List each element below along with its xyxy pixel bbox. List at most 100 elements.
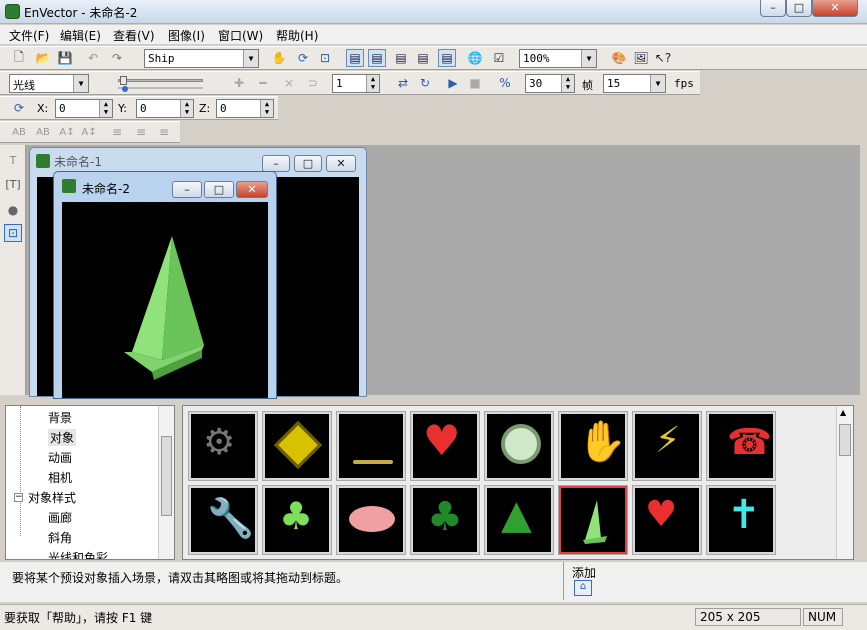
- percent-icon[interactable]: %: [496, 74, 514, 92]
- rotate-tool-icon[interactable]: ⟳: [294, 49, 312, 67]
- thumb-lightning[interactable]: ⚡: [632, 411, 702, 481]
- tree-scrollbar[interactable]: [158, 406, 174, 559]
- text-tool-icon[interactable]: T: [4, 151, 22, 169]
- undo-icon[interactable]: ↶: [84, 49, 102, 67]
- object-select-tool-icon[interactable]: ⊡: [4, 224, 22, 242]
- export-image-icon[interactable]: 🖼: [632, 49, 650, 67]
- doc2-close-button[interactable]: ✕: [236, 181, 268, 198]
- menu-edit[interactable]: 编辑(E): [60, 27, 101, 44]
- refresh-icon[interactable]: ↻: [416, 74, 434, 92]
- thumb-cross[interactable]: ✝: [706, 485, 776, 555]
- menu-file[interactable]: 文件(F): [9, 27, 49, 44]
- properties-icon[interactable]: ☑: [490, 49, 508, 67]
- text-baseline-icon[interactable]: A↕: [80, 123, 98, 141]
- doc1-close-button[interactable]: ✕: [326, 155, 356, 172]
- zoom-select[interactable]: 100% ▼: [519, 49, 597, 68]
- slider-thumb[interactable]: [120, 76, 127, 85]
- chevron-down-icon[interactable]: ▼: [243, 50, 258, 67]
- hand-icon[interactable]: ✋: [270, 49, 288, 67]
- spinner[interactable]: ▲ ▼: [366, 75, 379, 92]
- transform-icon[interactable]: ⟳: [10, 99, 28, 117]
- add-button[interactable]: ⌂: [574, 580, 592, 596]
- frame-field[interactable]: 1 ▲ ▼: [332, 74, 380, 93]
- thumb-ship[interactable]: [558, 485, 628, 555]
- tree-item-camera[interactable]: 相机: [48, 469, 72, 486]
- thumb-film-reel[interactable]: [484, 411, 554, 481]
- scrollbar-thumb[interactable]: [161, 436, 172, 516]
- chevron-down-icon[interactable]: ▼: [73, 75, 88, 92]
- render-icon[interactable]: 🎨: [610, 49, 628, 67]
- text-kerning-icon[interactable]: AB: [34, 123, 52, 141]
- spinner[interactable]: ▲ ▼: [561, 75, 574, 92]
- thumb-wrench[interactable]: 🔧: [188, 485, 258, 555]
- spinner[interactable]: ▲ ▼: [260, 100, 273, 117]
- ship-model[interactable]: [62, 202, 268, 398]
- play-icon[interactable]: ▶: [444, 74, 462, 92]
- view-top-icon[interactable]: ▤: [438, 49, 456, 67]
- thumb-clover[interactable]: ♣: [262, 485, 332, 555]
- text-spacing-icon[interactable]: AB: [10, 123, 28, 141]
- tree-item-object-style[interactable]: 对象样式: [28, 489, 76, 506]
- object-select[interactable]: Ship ▼: [144, 49, 259, 68]
- thumb-heart-arrow[interactable]: ♥: [632, 485, 702, 555]
- back-icon[interactable]: ⊃: [304, 74, 322, 92]
- menu-view[interactable]: 查看(V): [113, 27, 155, 44]
- shape-tool-icon[interactable]: ●: [4, 201, 22, 219]
- align-left-icon[interactable]: ≡: [108, 123, 126, 141]
- chevron-down-icon[interactable]: ▼: [650, 75, 665, 92]
- remove-keyframe-icon[interactable]: ━: [254, 74, 272, 92]
- doc1-maximize-button[interactable]: □: [294, 155, 322, 172]
- y-field[interactable]: 0 ▲ ▼: [136, 99, 194, 118]
- view-front-icon[interactable]: ▤: [346, 49, 364, 67]
- light-select[interactable]: 光线 ▼: [9, 74, 89, 93]
- view-right-icon[interactable]: ▤: [414, 49, 432, 67]
- thumb-heart[interactable]: ♥: [410, 411, 480, 481]
- keyframe-icon[interactable]: ⨯: [280, 74, 298, 92]
- tree-item-animation[interactable]: 动画: [48, 449, 72, 466]
- minimize-button[interactable]: –: [760, 0, 786, 17]
- new-file-icon[interactable]: 🗋: [10, 49, 28, 67]
- view-left-icon[interactable]: ▤: [392, 49, 410, 67]
- loop-icon[interactable]: ⇄: [394, 74, 412, 92]
- tree-item-lighting[interactable]: 光线和色彩: [48, 549, 108, 559]
- thumb-four-leaf-clover[interactable]: ♣: [410, 485, 480, 555]
- thumb-gear[interactable]: ⚙: [188, 411, 258, 481]
- thumb-phone[interactable]: ☎: [706, 411, 776, 481]
- help-pointer-icon[interactable]: ↖?: [654, 49, 672, 67]
- thumb-tree[interactable]: ▲: [484, 485, 554, 555]
- select-all-icon[interactable]: ⊡: [316, 49, 334, 67]
- tree-item-gallery[interactable]: 画廊: [48, 509, 72, 526]
- redo-icon[interactable]: ↷: [108, 49, 126, 67]
- align-center-icon[interactable]: ≡: [132, 123, 150, 141]
- spinner[interactable]: ▲ ▼: [180, 100, 193, 117]
- scrollbar-thumb[interactable]: [839, 424, 851, 456]
- doc2-maximize-button[interactable]: □: [204, 181, 234, 198]
- menu-window[interactable]: 窗口(W): [218, 27, 263, 44]
- timeline-slider[interactable]: [106, 76, 206, 92]
- z-field[interactable]: 0 ▲ ▼: [216, 99, 274, 118]
- stop-icon[interactable]: ■: [466, 74, 484, 92]
- collapse-icon[interactable]: −: [14, 493, 23, 502]
- doc2-minimize-button[interactable]: –: [172, 181, 202, 198]
- fps-select[interactable]: 15 ▼: [603, 74, 666, 93]
- view-back-icon[interactable]: ▤: [368, 49, 386, 67]
- chevron-up-icon[interactable]: ▲: [840, 408, 846, 417]
- menu-image[interactable]: 图像(I): [168, 27, 205, 44]
- close-button[interactable]: ✕: [812, 0, 858, 17]
- x-field[interactable]: 0 ▲ ▼: [55, 99, 113, 118]
- text-frame-icon[interactable]: [T]: [4, 175, 22, 193]
- text-height-icon[interactable]: A↕: [58, 123, 76, 141]
- slider-thumb-lower[interactable]: [122, 86, 128, 92]
- fps-value-field[interactable]: 30 ▲ ▼: [525, 74, 575, 93]
- tree-item-bevel[interactable]: 斜角: [48, 529, 72, 546]
- align-right-icon[interactable]: ≡: [155, 123, 173, 141]
- thumb-crab[interactable]: [336, 485, 406, 555]
- tree-item-background[interactable]: 背景: [48, 409, 72, 426]
- globe-icon[interactable]: 🌐: [466, 49, 484, 67]
- doc1-minimize-button[interactable]: –: [262, 155, 290, 172]
- thumb-bird[interactable]: [336, 411, 406, 481]
- spinner[interactable]: ▲ ▼: [99, 100, 112, 117]
- gallery-scrollbar[interactable]: ▲: [836, 406, 853, 559]
- chevron-down-icon[interactable]: ▼: [581, 50, 596, 67]
- tree-item-object[interactable]: 对象: [48, 429, 77, 446]
